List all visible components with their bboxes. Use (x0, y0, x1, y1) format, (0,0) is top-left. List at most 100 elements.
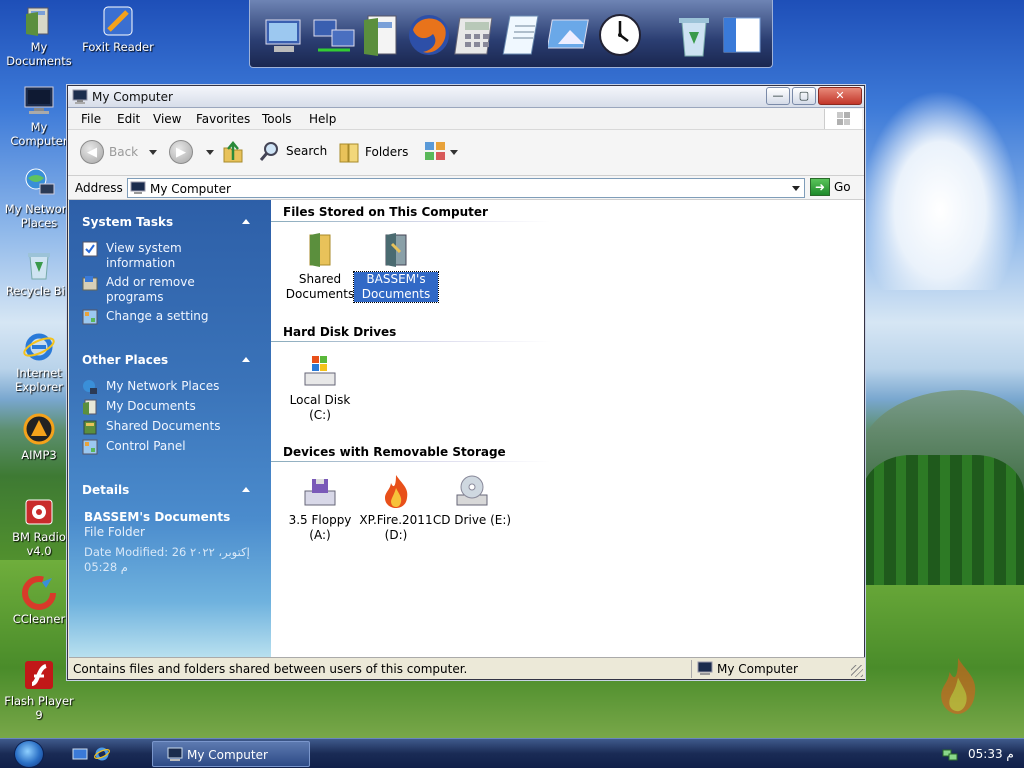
dock-network-icon[interactable] (310, 10, 358, 60)
status-location: My Computer (717, 662, 798, 676)
my-computer-icon (22, 84, 56, 118)
internet-explorer-icon[interactable] (94, 746, 110, 762)
other-places-title[interactable]: Other Places (82, 353, 168, 367)
group-removable: Devices with Removable Storage (283, 445, 506, 459)
views-icon (424, 140, 446, 162)
search-button[interactable]: Search (259, 140, 327, 162)
views-button[interactable] (424, 140, 446, 162)
menu-edit[interactable]: Edit (117, 112, 140, 126)
maximize-button[interactable]: ▢ (792, 87, 816, 105)
menu-tools[interactable]: Tools (262, 112, 292, 126)
item-bassems-documents[interactable]: BASSEM's Documents (353, 232, 439, 303)
flash-player-icon (22, 658, 56, 692)
network-places-icon (22, 166, 56, 200)
task-view-system-info[interactable]: View system information (82, 241, 196, 271)
system-info-icon (82, 241, 98, 257)
desktop-icon-internet-explorer[interactable]: Internet Explorer (3, 330, 75, 394)
hard-disk-icon (302, 353, 338, 389)
my-documents-icon (22, 4, 56, 38)
folders-icon (338, 140, 360, 164)
desktop-icon-recycle-bin[interactable]: Recycle Bin (3, 248, 75, 298)
start-button[interactable] (14, 740, 44, 768)
dock-calculator-icon[interactable] (453, 10, 501, 60)
item-floppy-a[interactable]: 3.5 Floppy (A:) (278, 473, 362, 543)
shared-documents-icon (82, 419, 98, 435)
item-local-disk-c[interactable]: Local Disk (C:) (278, 353, 362, 423)
desktop-icon-my-documents[interactable]: My Documents (3, 4, 75, 68)
desktop-icon-aimp3[interactable]: AIMP3 (3, 412, 75, 462)
place-control-panel[interactable]: Control Panel (82, 439, 186, 455)
desktop-icon-foxit-reader[interactable]: Foxit Reader (82, 4, 154, 54)
details-time: 05:28 م (84, 560, 128, 574)
floppy-drive-icon (302, 473, 338, 509)
network-tray-icon[interactable] (942, 746, 958, 762)
dock-notepad-icon[interactable] (501, 10, 549, 60)
back-dropdown-icon[interactable] (149, 150, 157, 155)
system-tray: 05:33 م (936, 739, 1024, 768)
folders-button[interactable]: Folders (338, 140, 408, 164)
menu-view[interactable]: View (153, 112, 181, 126)
place-my-network-places[interactable]: My Network Places (82, 379, 219, 395)
dock-firefox-icon[interactable] (405, 10, 453, 60)
address-bar: Address My Computer ➜ Go (68, 176, 864, 200)
taskbar-item-my-computer[interactable]: My Computer (152, 741, 310, 767)
dock-image-viewer-icon[interactable] (546, 10, 596, 60)
desktop-icon-flash-player[interactable]: Flash Player 9 (3, 658, 75, 722)
item-xp-fire-d[interactable]: XP.Fire.2011 (D:) (354, 473, 438, 543)
show-desktop-icon[interactable] (72, 746, 88, 762)
forward-dropdown-icon[interactable] (206, 150, 214, 155)
task-add-remove-programs[interactable]: Add or remove programs (82, 275, 202, 305)
collapse-chevron-icon[interactable] (242, 487, 250, 492)
place-my-documents[interactable]: My Documents (82, 399, 196, 415)
content-pane: Files Stored on This Computer Shared Doc… (271, 200, 864, 657)
my-computer-icon (130, 181, 146, 195)
views-dropdown-icon[interactable] (450, 150, 458, 155)
windows-logo-icon (824, 109, 862, 129)
address-input[interactable]: My Computer (127, 178, 805, 198)
desktop-icon-bm-radio[interactable]: BM Radio v4.0 (3, 494, 75, 558)
taskbar: My Computer 05:33 م (0, 738, 1024, 768)
clock[interactable]: 05:33 م (968, 747, 1014, 761)
minimize-button[interactable]: — (766, 87, 790, 105)
my-computer-window: My Computer — ▢ ✕ File Edit View Favorit… (67, 85, 865, 680)
task-change-setting[interactable]: Change a setting (82, 309, 209, 325)
back-button[interactable]: ◀ Back (80, 140, 138, 164)
forward-button[interactable]: ▶ (169, 140, 193, 164)
dock-documents-icon[interactable] (358, 10, 406, 60)
dock-recycle-bin-icon[interactable] (670, 10, 718, 60)
my-computer-icon (72, 89, 88, 104)
desktop-icon-network-places[interactable]: My Network Places (3, 166, 75, 230)
add-remove-programs-icon (82, 275, 98, 291)
menu-bar: File Edit View Favorites Tools Help (68, 108, 864, 130)
menu-favorites[interactable]: Favorites (196, 112, 250, 126)
details-title[interactable]: Details (82, 483, 129, 497)
recycle-bin-icon (22, 248, 56, 282)
dock-clock-icon[interactable] (596, 10, 644, 60)
group-divider (271, 461, 551, 462)
place-shared-documents[interactable]: Shared Documents (82, 419, 220, 435)
collapse-chevron-icon[interactable] (242, 357, 250, 362)
task-pane: System Tasks View system information Add… (69, 200, 271, 657)
details-type: File Folder (84, 525, 145, 539)
title-bar[interactable]: My Computer — ▢ ✕ (68, 86, 864, 108)
dock-window-icon[interactable] (718, 10, 766, 60)
fire-drive-icon (378, 473, 414, 509)
ccleaner-icon (22, 576, 56, 610)
go-button[interactable]: ➜ Go (810, 178, 851, 196)
menu-file[interactable]: File (81, 112, 101, 126)
item-shared-documents[interactable]: Shared Documents (278, 232, 362, 302)
address-label: Address (75, 181, 123, 195)
resize-grip-icon[interactable] (851, 665, 863, 677)
address-dropdown-icon[interactable] (792, 186, 800, 191)
collapse-chevron-icon[interactable] (242, 219, 250, 224)
dock-my-computer-icon[interactable] (260, 10, 308, 60)
search-icon (259, 140, 281, 162)
close-button[interactable]: ✕ (818, 87, 862, 105)
background-cloud (860, 90, 1020, 290)
desktop-icon-my-computer[interactable]: My Computer (3, 84, 75, 148)
item-cd-drive-e[interactable]: CD Drive (E:) (430, 473, 514, 528)
desktop-icon-ccleaner[interactable]: CCleaner (3, 576, 75, 626)
system-tasks-title[interactable]: System Tasks (82, 215, 173, 229)
up-folder-button[interactable] (222, 140, 244, 164)
menu-help[interactable]: Help (309, 112, 336, 126)
